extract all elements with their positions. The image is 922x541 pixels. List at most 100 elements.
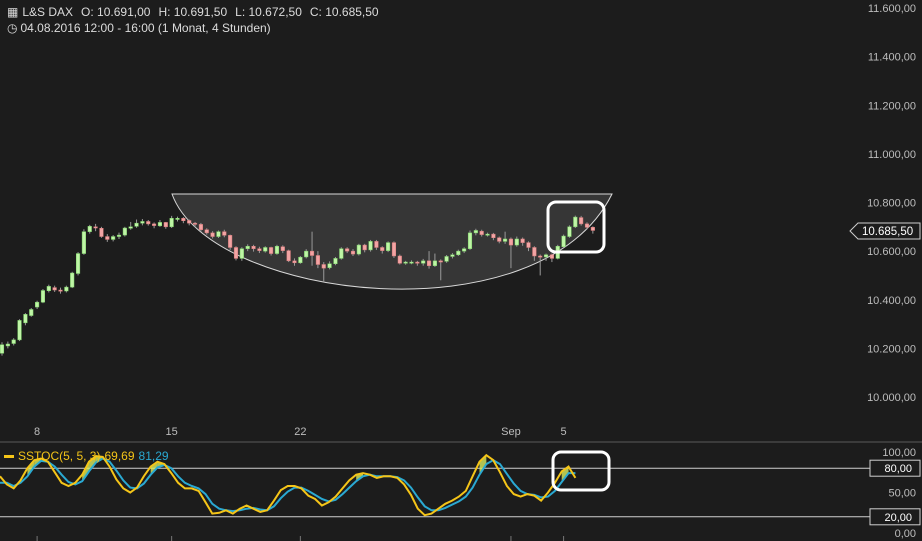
time-tick-label: 22: [294, 426, 306, 438]
cup-pattern-overlay: [171, 193, 613, 290]
candle-body: [233, 247, 239, 259]
candle-body: [497, 237, 502, 242]
price-tick-label: 10.400,00: [867, 295, 916, 307]
ohlc-low: L: 10.672,50: [235, 5, 302, 19]
candle-body: [304, 250, 309, 258]
ohlc-high: H: 10.691,50: [158, 5, 228, 19]
candle-body: [462, 248, 467, 252]
candle-body: [157, 222, 162, 227]
indicator-k-value: 69,69: [104, 449, 135, 463]
candle-body: [374, 241, 379, 248]
level-label: 80,00: [884, 463, 912, 475]
clock-icon: ◷: [7, 21, 18, 35]
candle-body: [245, 246, 250, 249]
candle-body: [116, 234, 122, 237]
candle-body: [251, 246, 256, 249]
candle-body: [5, 343, 10, 347]
candle-body: [146, 221, 151, 225]
candle-body: [128, 226, 133, 229]
price-tick-label: 11.400,00: [868, 52, 916, 64]
instrument-name: L&S DAX: [22, 5, 74, 19]
ohlc-open: O: 10.691,00: [81, 5, 151, 19]
candle-body: [280, 246, 285, 251]
candle-body: [444, 256, 449, 262]
candle-body: [58, 289, 63, 292]
candle-body: [321, 264, 326, 269]
candle-body: [514, 238, 519, 246]
candle-body: [17, 320, 22, 341]
candle-body: [140, 221, 145, 224]
candle-body: [29, 309, 34, 316]
candle-body: [526, 242, 531, 248]
candle-body: [228, 235, 233, 248]
candle-body: [432, 260, 437, 266]
candle-body: [491, 233, 496, 239]
candle-body: [93, 226, 98, 229]
last-price-marker: 10.685,50: [849, 222, 921, 240]
candle-body: [339, 248, 344, 259]
candle-body: [163, 222, 168, 228]
indicator-d-value: 81,29: [138, 449, 169, 463]
candle-body: [105, 236, 110, 240]
level-label: 20,00: [884, 512, 912, 524]
stoch-k-line: [0, 453, 577, 517]
time-tick-label: Sep: [501, 426, 521, 438]
candle-body: [274, 246, 279, 254]
candle-body: [450, 254, 455, 257]
price-tick-label: 11.600,00: [868, 3, 916, 15]
candle-body: [187, 220, 192, 224]
candle-body: [46, 286, 51, 292]
candle-body: [52, 287, 57, 291]
candle-body: [485, 233, 490, 236]
time-tick-label: 15: [166, 426, 178, 438]
candle-body: [122, 227, 127, 236]
candle-body: [210, 232, 215, 237]
candle-body: [473, 230, 478, 234]
last-price-label: 10.685,50: [862, 226, 913, 238]
candle-body: [310, 250, 315, 256]
candle-body: [409, 261, 414, 264]
candle-body: [362, 244, 367, 251]
candle-body: [415, 261, 420, 264]
candle-body: [76, 253, 81, 274]
candle-body: [204, 229, 209, 234]
candle-body: [403, 261, 408, 264]
candle-body: [438, 260, 443, 263]
price-tick-label: 11.000,00: [868, 149, 916, 161]
candle-body: [152, 223, 157, 226]
candle-body: [169, 218, 174, 228]
candle-body: [40, 290, 46, 303]
candle-body: [81, 231, 86, 254]
candle-body: [532, 247, 537, 257]
candle-body: [11, 339, 16, 344]
candle-body: [584, 223, 590, 228]
price-tick-label: 11.200,00: [868, 100, 916, 112]
candle-body: [549, 254, 554, 259]
period-header: ◷ 04.08.2016 12:00 - 16:00 (1 Monat, 4 St…: [4, 20, 282, 36]
candle-body: [292, 260, 297, 264]
price-tick-label: 10.000,00: [867, 392, 916, 404]
candle-body: [239, 248, 244, 259]
candle-body: [134, 222, 139, 227]
candle-body: [538, 255, 543, 258]
candle-body: [544, 254, 549, 258]
candle-body: [397, 255, 402, 264]
ohlc-close: C: 10.685,50: [309, 5, 379, 19]
candle-body: [380, 247, 385, 251]
indicator-legend[interactable]: SSTOC(5, 5, 3) 69,69 81,29: [4, 448, 169, 464]
candle-body: [421, 260, 426, 264]
indicator-name: SSTOC(5, 5, 3): [18, 449, 101, 463]
indicator-tick-label: 0,00: [895, 528, 916, 540]
candle-body: [181, 218, 186, 221]
candle-body: [368, 241, 373, 251]
candle-body: [345, 248, 350, 252]
candle-body: [23, 314, 28, 324]
candle-body: [269, 247, 274, 254]
candle-body: [427, 260, 432, 266]
candle-body: [257, 248, 262, 251]
chart-type-icon[interactable]: ▦: [7, 5, 18, 19]
candle-body: [175, 218, 180, 220]
candle-body: [216, 231, 221, 237]
price-tick-label: 10.200,00: [867, 343, 916, 355]
candle-body: [87, 226, 92, 232]
